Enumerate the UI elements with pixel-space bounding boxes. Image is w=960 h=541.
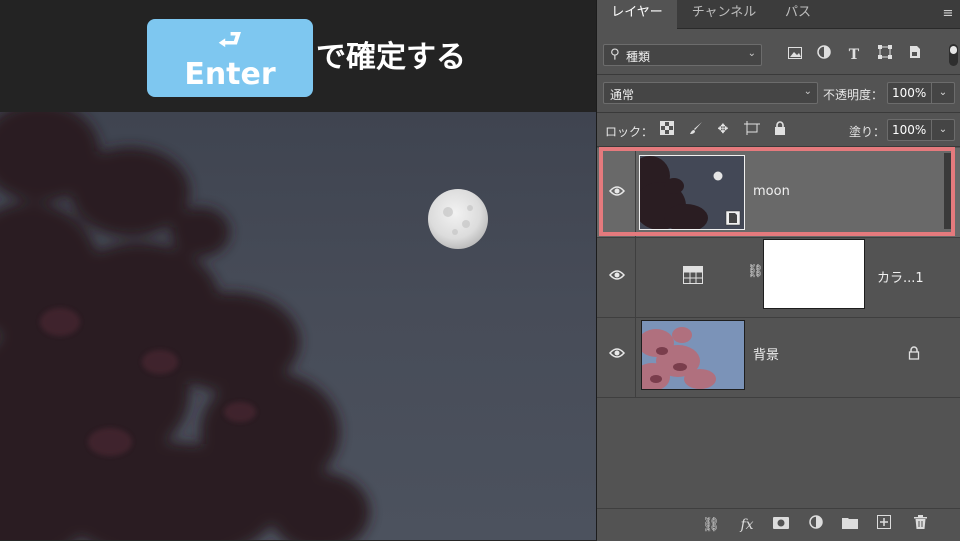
fill-field[interactable]: 100% ⌄ — [887, 119, 955, 141]
fill-value: 100% — [892, 123, 927, 137]
new-group-icon[interactable] — [840, 515, 860, 535]
adjustment-grid-icon[interactable] — [683, 266, 703, 284]
link-layers-icon[interactable]: ⛓ — [701, 515, 721, 535]
layers-panel: レイヤー チャンネル パス ≡ ⚲ 種類 ⌄ T 通常 ⌄ 不透明度： 100%… — [596, 0, 960, 541]
layer-row-color-adjustment[interactable]: ⛓ カラ...1 — [597, 238, 960, 318]
enter-key-badge: ⮐ Enter — [147, 19, 313, 97]
eye-icon[interactable] — [607, 182, 627, 202]
layer-name-moon[interactable]: moon — [753, 184, 790, 199]
adjustment-filter-icon[interactable] — [814, 45, 834, 65]
layers-bottom-toolbar: ⛓ fx — [597, 508, 960, 541]
smart-object-filter-icon[interactable] — [905, 45, 925, 65]
background-thumbnail-image — [642, 321, 744, 389]
layers-scrollbar[interactable] — [944, 153, 952, 229]
eye-icon[interactable] — [607, 344, 627, 364]
screen: ⮐ Enter で確定する レイヤー チャンネル パス ≡ ⚲ 種類 ⌄ T 通… — [0, 0, 960, 541]
filter-toggle-switch[interactable] — [949, 44, 958, 66]
lock-paint-icon[interactable] — [687, 121, 705, 139]
blend-mode-select[interactable]: 通常 ⌄ — [603, 82, 818, 104]
chevron-down-icon[interactable]: ⌄ — [931, 83, 954, 103]
lock-position-icon[interactable]: ✥ — [714, 121, 732, 139]
tab-paths[interactable]: パス — [771, 0, 825, 28]
opacity-value: 100% — [892, 86, 927, 100]
mask-link-icon[interactable]: ⛓ — [747, 264, 764, 284]
opacity-label: 不透明度： — [823, 88, 884, 102]
image-filter-icon[interactable] — [785, 45, 805, 65]
opacity-field[interactable]: 100% ⌄ — [887, 82, 955, 104]
chevron-down-icon[interactable]: ⌄ — [931, 120, 954, 140]
layer-row-moon[interactable]: moon — [597, 148, 960, 238]
shape-filter-icon[interactable] — [875, 45, 895, 65]
lock-icon — [908, 345, 920, 360]
tab-channels[interactable]: チャンネル — [677, 0, 771, 28]
moon-thumbnail-image — [640, 156, 744, 229]
lock-artboard-icon[interactable] — [743, 121, 761, 139]
layers-list: moon ⛓ カラ...1 背景 — [597, 148, 960, 508]
layer-thumbnail-moon[interactable] — [639, 155, 745, 230]
document-canvas[interactable] — [0, 112, 596, 540]
enter-key-label: Enter — [184, 57, 276, 92]
layer-name-background[interactable]: 背景 — [753, 344, 779, 363]
search-icon: ⚲ — [610, 47, 620, 62]
layer-filter-select[interactable]: ⚲ 種類 ⌄ — [603, 44, 762, 66]
layer-thumbnail-background[interactable] — [641, 320, 745, 390]
eye-icon[interactable] — [607, 266, 627, 286]
chevron-down-icon: ⌄ — [747, 48, 756, 59]
instruction-bar: ⮐ Enter で確定する — [0, 0, 596, 112]
delete-layer-icon[interactable] — [910, 515, 930, 535]
layer-mask-thumbnail[interactable] — [763, 239, 865, 309]
lock-transparent-icon[interactable] — [658, 121, 676, 139]
tab-layers[interactable]: レイヤー — [597, 0, 677, 29]
blend-mode-value: 通常 — [610, 88, 635, 102]
layer-row-background[interactable]: 背景 — [597, 318, 960, 398]
return-arrow-icon: ⮐ — [218, 25, 242, 55]
filter-kind-label: 種類 — [626, 50, 651, 64]
fx-icon[interactable]: fx — [737, 515, 757, 535]
type-filter-icon[interactable]: T — [844, 45, 864, 65]
layer-name-adjustment[interactable]: カラ...1 — [877, 267, 924, 286]
panel-menu-icon[interactable]: ≡ — [941, 7, 955, 21]
instruction-text: で確定する — [316, 40, 466, 75]
lock-label: ロック： — [605, 125, 654, 139]
fill-label: 塗り： — [849, 125, 886, 139]
moon — [428, 189, 488, 249]
lock-all-icon[interactable] — [771, 121, 789, 139]
new-adjustment-icon[interactable] — [806, 515, 826, 535]
panel-tabs: レイヤー チャンネル パス ≡ — [597, 0, 960, 29]
add-mask-icon[interactable] — [771, 515, 791, 535]
new-layer-icon[interactable] — [874, 515, 894, 535]
canvas-artwork — [0, 112, 488, 540]
chevron-down-icon: ⌄ — [803, 86, 812, 97]
